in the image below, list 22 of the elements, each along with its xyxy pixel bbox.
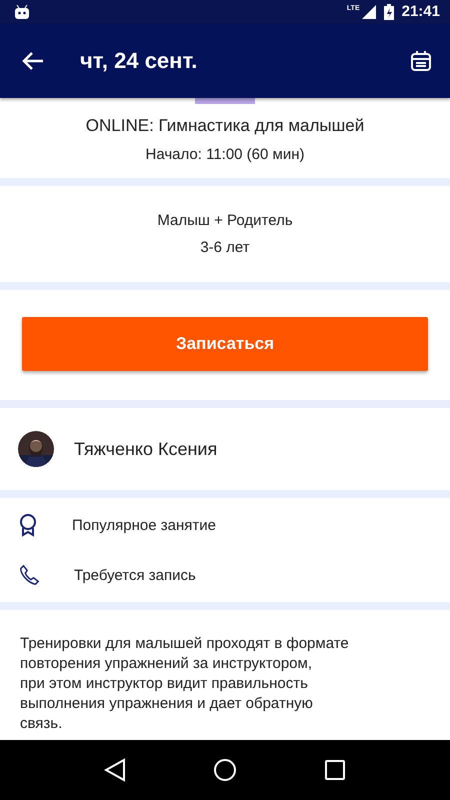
nav-back-button[interactable] [104,758,126,782]
battery-icon [384,4,394,20]
description: Тренировки для малышей проходят в формате повторения упражнений за инструктором, при этом инструктор видит правильность выполнения упражнения и дает обратную связь. [19,634,350,734]
phone-icon [18,563,40,587]
back-button[interactable] [22,50,44,71]
screen-title: чт, 24 сент. [80,48,198,74]
feature-label: Требуется запись [74,566,196,584]
tab-indicator [195,98,255,104]
signup-button[interactable]: Записаться [22,317,428,371]
feature-label: Популярное занятие [72,516,216,534]
class-title: ONLINE: Гимнастика для малышей [86,116,364,136]
calendar-button[interactable] [410,50,432,72]
award-icon [18,513,38,537]
start-time: Начало: 11:00 (60 мин) [145,146,304,163]
recents-button[interactable] [324,759,346,781]
signal-icon [362,4,376,19]
clock: 21:41 [402,3,440,20]
home-button[interactable] [212,758,237,782]
group-label: Малыш + Родитель [157,212,293,229]
age-label: 3-6 лет [200,239,250,256]
android-icon [14,4,30,19]
instructor-name: Тяжченко Ксения [74,438,218,460]
